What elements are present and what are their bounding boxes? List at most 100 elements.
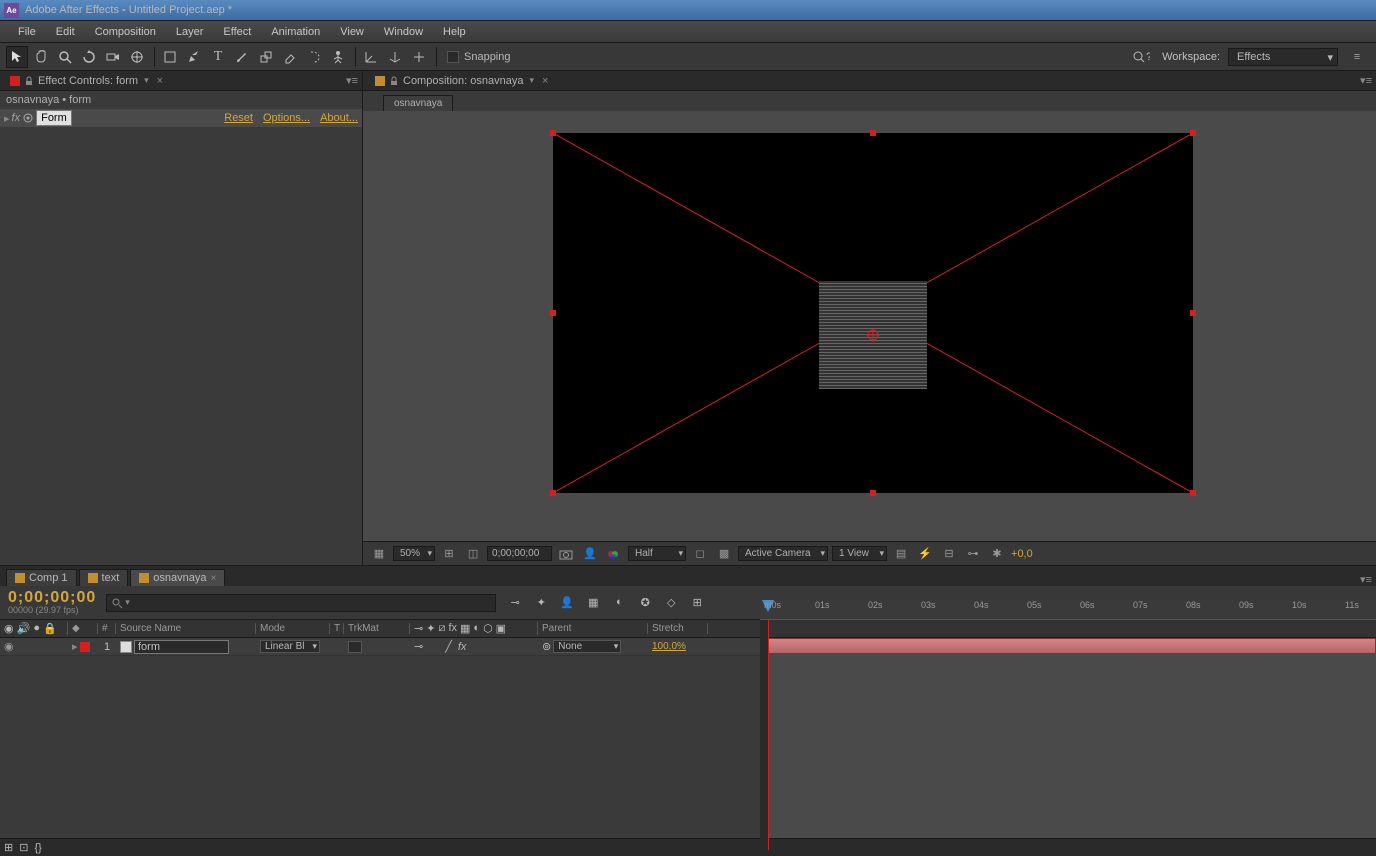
audio-col-icon[interactable]: 🔊 xyxy=(17,622,31,635)
anchor-point-icon[interactable] xyxy=(866,328,880,342)
snapshot-icon[interactable] xyxy=(556,545,576,563)
rotate-tool-icon[interactable] xyxy=(78,46,100,68)
resolution-dropdown[interactable]: Half xyxy=(628,546,686,561)
flowchart-icon[interactable]: ⊶ xyxy=(963,545,983,563)
clone-tool-icon[interactable] xyxy=(255,46,277,68)
menu-composition[interactable]: Composition xyxy=(85,23,166,41)
layer-row[interactable]: ◉ ▸ 1 Linear Bl ⊸ ╱ fx ⊚None 100,0% xyxy=(0,638,760,656)
expand-triangle-icon[interactable]: ▸ xyxy=(4,112,10,125)
fx-switch-icon[interactable]: fx xyxy=(458,641,467,653)
handle-mid-left[interactable] xyxy=(550,310,556,316)
shape-tool-icon[interactable] xyxy=(159,46,181,68)
eraser-tool-icon[interactable] xyxy=(279,46,301,68)
parent-dropdown[interactable]: None xyxy=(553,640,621,653)
lock-col-icon[interactable]: 🔒 xyxy=(43,622,57,635)
reset-icon[interactable] xyxy=(22,112,34,124)
roto-tool-icon[interactable] xyxy=(303,46,325,68)
brush-tool-icon[interactable] xyxy=(231,46,253,68)
brainstorm-icon[interactable]: ✪ xyxy=(636,596,654,609)
composition-subtab[interactable]: osnavnaya xyxy=(383,95,453,111)
solo-col-icon[interactable]: ● xyxy=(33,622,40,635)
exposure-value[interactable]: +0,0 xyxy=(1011,548,1033,560)
selection-tool-icon[interactable] xyxy=(6,46,28,68)
hand-tool-icon[interactable] xyxy=(30,46,52,68)
zoom-tool-icon[interactable] xyxy=(54,46,76,68)
effect-row[interactable]: ▸ fx Form Reset Options... About... xyxy=(0,109,362,127)
snapping-checkbox[interactable]: Snapping xyxy=(447,51,511,63)
effect-options-link[interactable]: Options... xyxy=(263,112,310,124)
toggle-modes-icon[interactable]: ⊡ xyxy=(19,841,28,854)
eye-icon[interactable]: ◉ xyxy=(4,640,18,653)
pixel-aspect-icon[interactable]: ▤ xyxy=(891,545,911,563)
bracket-icon[interactable]: {} xyxy=(34,842,41,854)
handle-bot-right[interactable] xyxy=(1190,490,1196,496)
effect-name[interactable]: Form xyxy=(36,110,72,126)
menu-layer[interactable]: Layer xyxy=(166,23,214,41)
text-tool-icon[interactable]: T xyxy=(207,46,229,68)
menu-help[interactable]: Help xyxy=(433,23,476,41)
timeline-track-area[interactable] xyxy=(760,638,1376,838)
zoom-dropdown[interactable]: 50% xyxy=(393,546,435,561)
timeline-tab-comp1[interactable]: Comp 1 xyxy=(6,569,77,586)
layer-color-swatch[interactable] xyxy=(80,642,90,652)
reset-exposure-icon[interactable]: ✱ xyxy=(987,545,1007,563)
show-snapshot-icon[interactable]: 👤 xyxy=(580,545,600,563)
channel-icon[interactable] xyxy=(604,545,624,563)
blend-mode-dropdown[interactable]: Linear Bl xyxy=(260,640,320,653)
handle-mid-right[interactable] xyxy=(1190,310,1196,316)
menu-animation[interactable]: Animation xyxy=(261,23,330,41)
timeline-search-input[interactable]: ▾ xyxy=(106,594,496,612)
current-time-input[interactable]: 0;00;00;00 xyxy=(487,546,552,561)
effect-reset-link[interactable]: Reset xyxy=(224,112,253,124)
menu-window[interactable]: Window xyxy=(374,23,433,41)
graph-editor-icon[interactable]: ⊞ xyxy=(688,596,706,609)
fast-previews-icon[interactable]: ⚡ xyxy=(915,545,935,563)
world-axis-icon[interactable] xyxy=(384,46,406,68)
draft3d-icon[interactable]: ✦ xyxy=(532,596,550,609)
collapse-switch-icon[interactable]: ╱ xyxy=(445,640,452,653)
pen-tool-icon[interactable] xyxy=(183,46,205,68)
handle-top-mid[interactable] xyxy=(870,130,876,136)
layer-duration-bar[interactable] xyxy=(768,638,1376,654)
handle-top-right[interactable] xyxy=(1190,130,1196,136)
menu-file[interactable]: File xyxy=(8,23,46,41)
local-axis-icon[interactable] xyxy=(360,46,382,68)
motion-blur-icon[interactable]: ◐ xyxy=(610,596,628,609)
toggle-switches-icon[interactable]: ⊞ xyxy=(4,841,13,854)
frame-blend-icon[interactable]: ▦ xyxy=(584,596,602,609)
layer-name-input[interactable] xyxy=(134,640,229,654)
effect-controls-tab[interactable]: Effect Controls: form ▾ × xyxy=(4,73,169,89)
mask-visibility-icon[interactable]: ◫ xyxy=(463,545,483,563)
panel-menu-icon[interactable]: ▾≡ xyxy=(1360,573,1376,586)
puppet-tool-icon[interactable] xyxy=(327,46,349,68)
safe-zones-icon[interactable]: ⊞ xyxy=(439,545,459,563)
comp-mini-flowchart-icon[interactable]: ⊸ xyxy=(506,596,524,609)
timeline-icon[interactable]: ⊟ xyxy=(939,545,959,563)
menu-effect[interactable]: Effect xyxy=(213,23,261,41)
menu-view[interactable]: View xyxy=(330,23,374,41)
handle-top-left[interactable] xyxy=(550,130,556,136)
view-axis-icon[interactable] xyxy=(408,46,430,68)
composition-tab[interactable]: Composition: osnavnaya ▾ × xyxy=(369,73,554,89)
shy-switch-icon[interactable]: ⊸ xyxy=(414,640,423,653)
workspace-dropdown[interactable]: Effects▾ xyxy=(1228,48,1338,66)
always-preview-icon[interactable]: ▦ xyxy=(369,545,389,563)
timeline-tab-osnavnaya[interactable]: osnavnaya× xyxy=(130,569,225,586)
camera-dropdown[interactable]: Active Camera xyxy=(738,546,828,561)
hide-shy-icon[interactable]: 👤 xyxy=(558,596,576,609)
menu-edit[interactable]: Edit xyxy=(46,23,85,41)
expand-triangle-icon[interactable]: ▸ xyxy=(72,640,78,653)
panel-menu-icon[interactable]: ▾≡ xyxy=(346,74,362,87)
search-help-icon[interactable]: ? xyxy=(1130,46,1152,68)
timecode-display[interactable]: 0;00;00;00 00000 (29.97 fps) xyxy=(8,590,96,615)
camera-tool-icon[interactable] xyxy=(102,46,124,68)
views-dropdown[interactable]: 1 View xyxy=(832,546,887,561)
transparency-grid-icon[interactable]: ▩ xyxy=(714,545,734,563)
handle-bot-mid[interactable] xyxy=(870,490,876,496)
composition-viewport[interactable] xyxy=(363,111,1376,541)
handle-bot-left[interactable] xyxy=(550,490,556,496)
trkmat-dropdown[interactable] xyxy=(348,641,362,653)
time-ruler[interactable]: m0s 01s 02s 03s 04s 05s 06s 07s 08s 09s … xyxy=(760,600,1376,620)
pan-behind-tool-icon[interactable] xyxy=(126,46,148,68)
effect-about-link[interactable]: About... xyxy=(320,112,358,124)
